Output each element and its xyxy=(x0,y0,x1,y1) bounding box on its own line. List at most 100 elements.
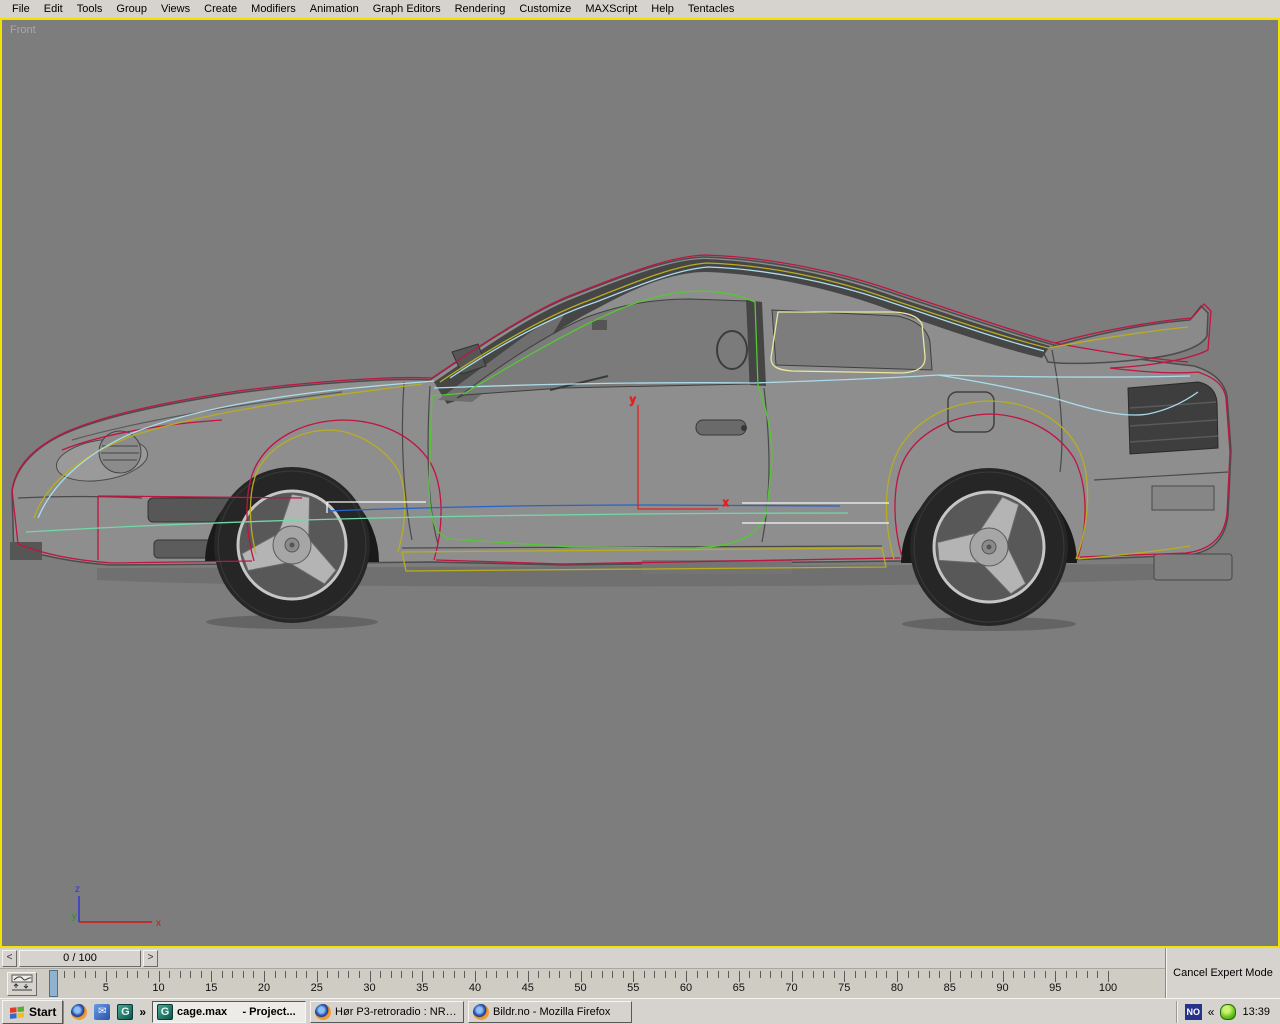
ruler-tick xyxy=(570,971,571,978)
menu-tentacles[interactable]: Tentacles xyxy=(681,2,741,16)
ruler-tick-label: 65 xyxy=(733,982,745,994)
ruler-tick xyxy=(992,971,993,978)
menu-create[interactable]: Create xyxy=(197,2,244,16)
system-tray: NO « 13:39 xyxy=(1176,1001,1278,1023)
open-mini-curve-editor-button[interactable] xyxy=(7,972,37,996)
ruler-tick xyxy=(781,971,782,978)
ruler-tick-label: 60 xyxy=(680,982,692,994)
ruler-tick xyxy=(591,971,592,978)
ruler-tick xyxy=(802,971,803,978)
task-button[interactable]: cage.max - Project... xyxy=(152,1001,306,1023)
ruler-tick xyxy=(486,971,487,978)
viewport-front[interactable]: y x z x y Front xyxy=(0,18,1280,948)
ruler-tick xyxy=(137,971,138,978)
task-buttons: cage.max - Project... Hør P3-retroradio :… xyxy=(152,1001,636,1023)
menu-graph-editors[interactable]: Graph Editors xyxy=(366,2,448,16)
clock[interactable]: 13:39 xyxy=(1242,1006,1270,1018)
messenger-icon[interactable] xyxy=(1220,1004,1236,1020)
ruler-tick xyxy=(749,971,750,978)
task-label: Hør P3-retroradio : NRK ... xyxy=(335,1006,459,1018)
ruler-tick xyxy=(253,971,254,978)
round-lamp xyxy=(99,431,141,473)
ruler-tick xyxy=(950,971,951,982)
language-indicator[interactable]: NO xyxy=(1185,1004,1202,1020)
axis-y-label: y xyxy=(72,911,77,921)
menu-rendering[interactable]: Rendering xyxy=(448,2,513,16)
ruler-tick xyxy=(169,971,170,978)
mail-icon[interactable] xyxy=(94,1004,110,1020)
3dsmax-icon[interactable] xyxy=(117,1004,133,1020)
ruler-tick xyxy=(275,971,276,978)
ruler-tick-label: 40 xyxy=(469,982,481,994)
ruler-tick xyxy=(538,971,539,978)
quarter-glass xyxy=(772,310,932,370)
ruler-tick-label: 30 xyxy=(363,982,375,994)
task-button[interactable]: Hør P3-retroradio : NRK ... xyxy=(310,1001,464,1023)
tray-chevron[interactable]: « xyxy=(1208,1005,1215,1019)
ruler-tick xyxy=(159,971,160,982)
ruler-tick xyxy=(823,971,824,978)
menu-tools[interactable]: Tools xyxy=(70,2,110,16)
exhaust-box xyxy=(1154,554,1232,580)
menu-modifiers[interactable]: Modifiers xyxy=(244,2,303,16)
frame-ruler[interactable]: 0510152025303540455055606570758085909510… xyxy=(0,969,1166,999)
ruler-tick xyxy=(929,971,930,978)
ruler-tick xyxy=(180,971,181,978)
menu-animation[interactable]: Animation xyxy=(303,2,366,16)
ruler-tick xyxy=(675,971,676,978)
ruler-tick-label: 45 xyxy=(522,982,534,994)
ruler-tick xyxy=(1066,971,1067,978)
ruler-tick xyxy=(106,971,107,982)
ruler-tick xyxy=(211,971,212,982)
menu-help[interactable]: Help xyxy=(644,2,681,16)
firefox-icon xyxy=(315,1004,331,1020)
ruler-tick xyxy=(612,971,613,978)
ruler-tick-label: 55 xyxy=(627,982,639,994)
ruler-tick xyxy=(64,971,65,978)
track-bar[interactable]: 0510152025303540455055606570758085909510… xyxy=(0,968,1166,998)
frame-next-button[interactable]: > xyxy=(143,950,158,967)
viewport-canvas[interactable]: y x z x y xyxy=(2,20,1278,946)
menu-file[interactable]: File xyxy=(5,2,37,16)
menu-views[interactable]: Views xyxy=(154,2,197,16)
task-button[interactable]: Bildr.no - Mozilla Firefox xyxy=(468,1001,632,1023)
door-handle xyxy=(696,420,746,435)
quick-launch-overflow-chevron[interactable]: » xyxy=(139,1005,146,1019)
ruler-tick xyxy=(232,971,233,978)
ruler-tick-label: 90 xyxy=(996,982,1008,994)
ruler-tick xyxy=(327,971,328,978)
ruler-tick xyxy=(728,971,729,978)
ruler-tick xyxy=(348,971,349,978)
start-button[interactable]: Start xyxy=(2,1000,63,1024)
ruler-tick xyxy=(939,971,940,978)
frame-prev-button[interactable]: < xyxy=(2,950,17,967)
tail-light xyxy=(1128,382,1218,454)
ruler-tick xyxy=(148,971,149,978)
firefox-icon[interactable] xyxy=(71,1004,87,1020)
menu-customize[interactable]: Customize xyxy=(512,2,578,16)
ruler-tick xyxy=(697,971,698,978)
cancel-expert-mode-button[interactable]: Cancel Expert Mode xyxy=(1173,967,1273,979)
expert-mode-panel: Cancel Expert Mode xyxy=(1165,948,1280,998)
ruler-tick xyxy=(644,971,645,978)
time-slider-handle[interactable]: 0 / 100 xyxy=(19,950,141,967)
ruler-tick xyxy=(433,971,434,978)
ruler-tick xyxy=(971,971,972,978)
ruler-tick xyxy=(380,971,381,978)
current-frame-marker[interactable] xyxy=(49,970,58,997)
menu-maxscript[interactable]: MAXScript xyxy=(578,2,644,16)
ruler-tick xyxy=(760,971,761,978)
ruler-tick xyxy=(813,971,814,978)
ruler-tick xyxy=(844,971,845,982)
ruler-tick-label: 100 xyxy=(1099,982,1117,994)
viewport-name-label[interactable]: Front xyxy=(10,24,36,36)
ruler-tick xyxy=(528,971,529,982)
menu-edit[interactable]: Edit xyxy=(37,2,70,16)
ruler-tick xyxy=(1108,971,1109,982)
menu-group[interactable]: Group xyxy=(109,2,154,16)
ruler-tick xyxy=(359,971,360,978)
ruler-tick xyxy=(981,971,982,978)
start-label: Start xyxy=(29,1005,56,1019)
axis-tripod: z x y xyxy=(72,884,161,929)
ruler-tick xyxy=(95,971,96,978)
